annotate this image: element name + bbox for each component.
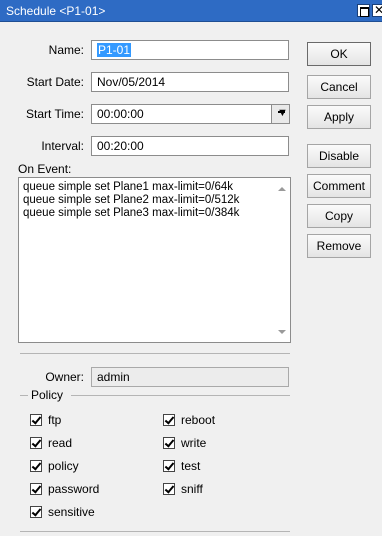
policy-divider-left: [20, 395, 28, 396]
policy-label: sniff: [181, 482, 203, 496]
checkbox-checked-icon[interactable]: [163, 483, 175, 495]
policy-checkbox-policy[interactable]: policy: [30, 459, 79, 473]
name-field[interactable]: P1-01: [91, 40, 289, 60]
policy-divider-right: [71, 395, 290, 396]
title-bar[interactable]: Schedule <P1-01> ✕: [0, 0, 382, 22]
owner-label: Owner:: [45, 370, 84, 384]
maximize-icon[interactable]: [357, 4, 370, 17]
policy-label: ftp: [48, 413, 62, 427]
checkbox-checked-icon[interactable]: [163, 460, 175, 472]
vertical-scrollbar[interactable]: [273, 178, 290, 342]
start-time-field[interactable]: 00:00:00: [91, 104, 272, 124]
checkbox-checked-icon[interactable]: [30, 506, 42, 518]
ok-button[interactable]: OK: [307, 42, 371, 66]
on-event-line: queue simple set Plane3 max-limit=0/384k: [23, 207, 240, 219]
window-title: Schedule <P1-01>: [6, 4, 106, 18]
scroll-up-icon[interactable]: [278, 187, 286, 191]
policy-checkbox-sensitive[interactable]: sensitive: [30, 505, 95, 519]
scroll-down-icon[interactable]: [278, 330, 286, 334]
arrow-down-icon: ▼: [277, 107, 288, 119]
policy-legend: Policy: [31, 388, 64, 402]
policy-label: policy: [48, 459, 79, 473]
copy-button[interactable]: Copy: [307, 204, 371, 228]
policy-checkbox-sniff[interactable]: sniff: [163, 482, 203, 496]
name-value: P1-01: [97, 43, 132, 57]
disable-button[interactable]: Disable: [307, 144, 371, 168]
checkbox-checked-icon[interactable]: [163, 437, 175, 449]
policy-label: reboot: [181, 413, 216, 427]
checkbox-checked-icon[interactable]: [163, 414, 175, 426]
comment-button[interactable]: Comment: [307, 174, 371, 198]
policy-label: write: [181, 436, 207, 450]
policy-checkbox-read[interactable]: read: [30, 436, 72, 450]
owner-field: admin: [91, 367, 289, 387]
checkbox-checked-icon[interactable]: [30, 414, 42, 426]
interval-field[interactable]: 00:20:00: [91, 136, 289, 156]
policy-checkbox-ftp[interactable]: ftp: [30, 413, 61, 427]
policy-label: password: [48, 482, 100, 496]
policy-checkbox-write[interactable]: write: [163, 436, 206, 450]
on-event-label: On Event:: [18, 162, 72, 176]
remove-button[interactable]: Remove: [307, 234, 371, 258]
policy-label: test: [181, 459, 201, 473]
cancel-button[interactable]: Cancel: [307, 75, 371, 99]
start-date-field[interactable]: Nov/05/2014: [91, 72, 289, 92]
policy-label: read: [48, 436, 73, 450]
on-event-line: queue simple set Plane2 max-limit=0/512k: [23, 194, 240, 206]
start-time-label: Start Time:: [25, 107, 84, 121]
checkbox-checked-icon[interactable]: [30, 460, 42, 472]
policy-label: sensitive: [48, 505, 95, 519]
policy-checkbox-password[interactable]: password: [30, 482, 99, 496]
divider: [20, 353, 290, 354]
on-event-line: queue simple set Plane1 max-limit=0/64k: [23, 181, 233, 193]
interval-label: Interval:: [41, 139, 84, 153]
close-icon[interactable]: ✕: [372, 3, 382, 17]
policy-checkbox-reboot[interactable]: reboot: [163, 413, 215, 427]
apply-button[interactable]: Apply: [307, 105, 371, 129]
checkbox-checked-icon[interactable]: [30, 437, 42, 449]
start-date-label: Start Date:: [26, 75, 84, 89]
start-time-dropdown-button[interactable]: ▼: [271, 104, 290, 124]
policy-checkbox-test[interactable]: test: [163, 459, 200, 473]
on-event-textarea[interactable]: queue simple set Plane1 max-limit=0/64k …: [18, 177, 291, 343]
name-label: Name:: [48, 43, 84, 57]
divider-bottom: [20, 531, 290, 532]
checkbox-checked-icon[interactable]: [30, 483, 42, 495]
